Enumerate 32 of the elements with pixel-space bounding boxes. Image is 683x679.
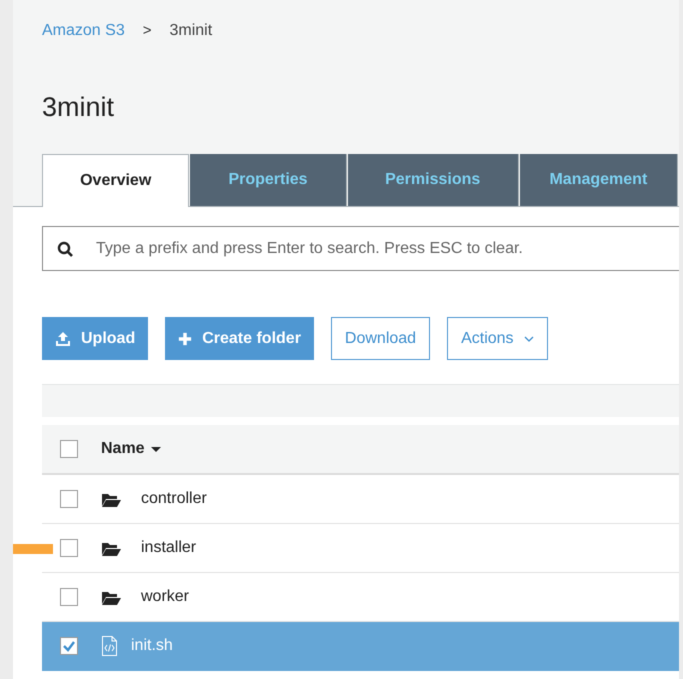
row-checkbox[interactable]: [60, 490, 78, 508]
code-file-icon: [101, 636, 118, 656]
row-checkbox[interactable]: [60, 637, 78, 655]
plus-icon: [178, 332, 192, 346]
row-checkbox[interactable]: [60, 588, 78, 606]
toolbar-button[interactable]: Upload: [42, 317, 148, 360]
column-header[interactable]: Name: [101, 440, 161, 458]
toolbar-button[interactable]: Download: [330, 317, 430, 360]
upload-icon: [55, 330, 71, 346]
file-name: init.sh: [131, 637, 173, 655]
tab[interactable]: Permissions: [348, 154, 519, 206]
tab[interactable]: Overview: [42, 154, 190, 207]
page-title: 3minit: [42, 91, 116, 124]
row-checkbox[interactable]: [60, 539, 78, 557]
dropdown-button[interactable]: Actions: [447, 317, 548, 360]
breadcrumb-current: 3minit: [169, 22, 212, 40]
file-row[interactable]: installer: [42, 524, 679, 573]
tab[interactable]: Management: [520, 154, 678, 206]
folder-name: installer: [141, 539, 196, 557]
search-field[interactable]: Type a prefix and press Enter to search. Press ESC to clear.: [42, 226, 679, 271]
sort-caret-icon: [150, 446, 161, 452]
select-all-checkbox[interactable]: [60, 440, 78, 458]
check-icon: [62, 639, 76, 653]
toolbar-button[interactable]: Create folder: [165, 317, 314, 360]
file-row[interactable]: controller: [42, 475, 679, 524]
file-row[interactable]: init.sh: [42, 622, 679, 671]
chevron-down-icon: [524, 336, 534, 342]
tab[interactable]: Properties: [190, 154, 347, 206]
folder-name: controller: [141, 490, 207, 508]
folder-name: worker: [141, 588, 190, 606]
breadcrumb-separator: >: [142, 22, 152, 40]
breadcrumb-link[interactable]: Amazon S3: [42, 22, 125, 40]
